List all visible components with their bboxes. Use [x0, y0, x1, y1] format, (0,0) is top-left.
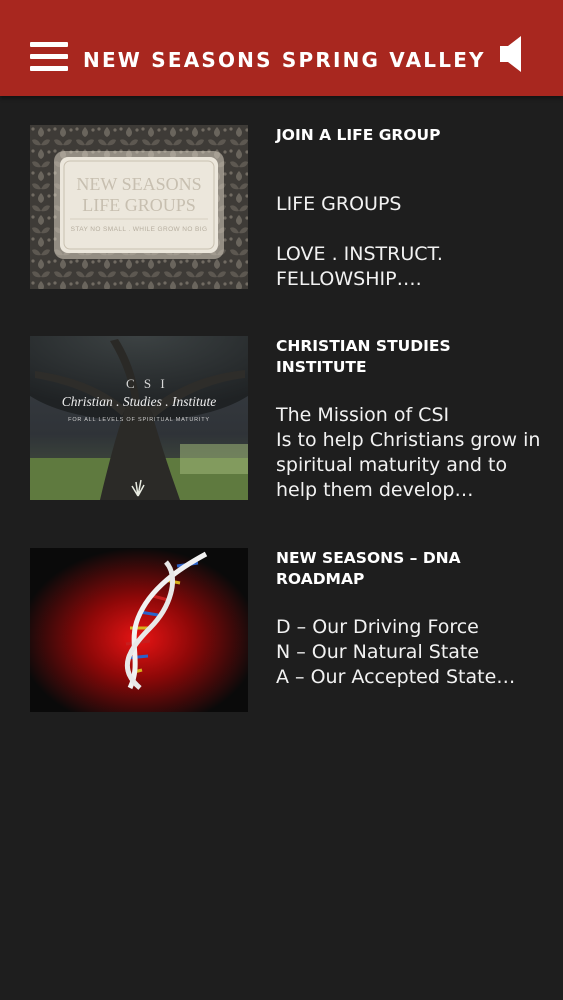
- item-title[interactable]: CHRISTIAN STUDIES INSTITUTE: [276, 336, 546, 378]
- app-screen: NEW SEASONS SPRING VALLEY NEW SEASONS LI…: [0, 0, 563, 1000]
- list-item-csi[interactable]: C S I Christian . Studies . Institute FO…: [30, 336, 540, 501]
- item-excerpt: LIFE GROUPS LOVE . INSTRUCT. FELLOWSHIP……: [276, 193, 443, 290]
- list-item-dna-roadmap[interactable]: NEW SEASONS – DNA ROADMAP D – Our Drivin…: [30, 548, 540, 713]
- list-item-life-group[interactable]: NEW SEASONS LIFE GROUPS STAY NO SMALL . …: [30, 125, 540, 290]
- item-title[interactable]: JOIN A LIFE GROUP: [276, 125, 546, 146]
- csi-thumbnail[interactable]: C S I Christian . Studies . Institute FO…: [30, 336, 248, 500]
- page-title: NEW SEASONS SPRING VALLEY: [83, 48, 486, 72]
- item-excerpt: D – Our Driving Force N – Our Natural St…: [276, 616, 516, 688]
- hamburger-menu-icon[interactable]: [30, 42, 68, 72]
- life-groups-thumbnail[interactable]: NEW SEASONS LIFE GROUPS STAY NO SMALL . …: [30, 125, 248, 289]
- thumb-line1: NEW SEASONS: [76, 174, 201, 194]
- item-excerpt: The Mission of CSI Is to help Christians…: [276, 404, 541, 501]
- item-title[interactable]: NEW SEASONS – DNA ROADMAP: [276, 548, 546, 590]
- app-header: NEW SEASONS SPRING VALLEY: [0, 0, 563, 96]
- thumb-subcaption: FOR ALL LEVELS OF SPIRITUAL MATURITY: [68, 417, 210, 423]
- thumb-caption: Christian . Studies . Institute: [62, 394, 217, 409]
- thumb-abbrev: C S I: [126, 376, 168, 391]
- speaker-icon[interactable]: [497, 34, 529, 74]
- dna-thumbnail[interactable]: [30, 548, 248, 712]
- thumb-line2: LIFE GROUPS: [82, 195, 196, 215]
- thumb-tagline: STAY NO SMALL . WHILE GROW NO BIG: [71, 226, 208, 233]
